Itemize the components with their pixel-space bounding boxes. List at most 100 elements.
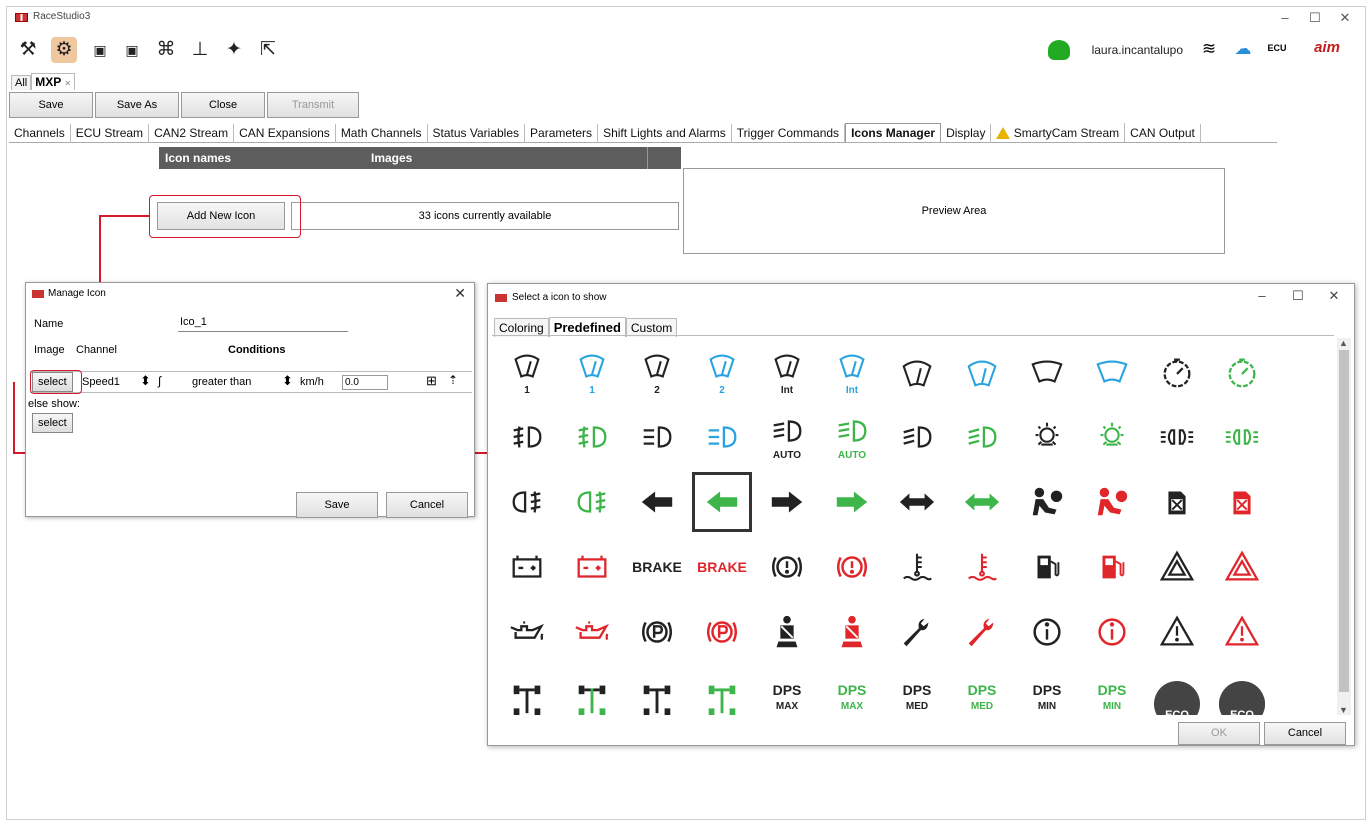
drivetrain-icon[interactable] <box>497 667 557 715</box>
wiper-1-icon[interactable]: 1 <box>562 342 622 402</box>
cloud-icon[interactable]: ☁ <box>1231 39 1255 59</box>
dps-min-icon[interactable]: DPS MIN <box>1082 667 1142 715</box>
wiper-int-icon[interactable]: Int <box>757 342 817 402</box>
maximize-button[interactable]: ☐ <box>1286 288 1310 304</box>
dps-med-icon[interactable]: DPS MED <box>887 667 947 715</box>
wiper-washer-icon[interactable] <box>952 342 1012 402</box>
close-tab-icon[interactable]: ✕ <box>64 79 71 88</box>
rear-wiper-icon[interactable] <box>1082 342 1142 402</box>
else-select-button[interactable]: select <box>32 413 73 433</box>
auto-beam-icon[interactable]: AUTO <box>822 407 882 467</box>
fog-light-icon[interactable] <box>497 407 557 467</box>
interior-light-icon[interactable] <box>1017 407 1077 467</box>
battery-icon[interactable] <box>497 537 557 597</box>
arrow-right-icon[interactable] <box>822 472 882 532</box>
parking-brake-icon[interactable] <box>692 602 752 662</box>
analysis-v2-icon[interactable]: ▣ <box>87 37 113 63</box>
export-icon[interactable]: ⇱ <box>255 37 281 63</box>
save-button[interactable]: Save <box>296 492 378 518</box>
minimize-button[interactable]: – <box>1250 288 1274 303</box>
name-field[interactable]: Ico_1 <box>178 316 348 332</box>
wrench-icon[interactable] <box>952 602 1012 662</box>
high-beam-icon[interactable] <box>692 407 752 467</box>
tab-can-output[interactable]: CAN Output <box>1125 124 1201 143</box>
fuel-can-icon[interactable] <box>1147 472 1207 532</box>
spinner-icon[interactable]: ⬍ <box>282 373 293 389</box>
seatbelt-icon[interactable] <box>757 602 817 662</box>
tab-predefined[interactable]: Predefined <box>548 317 626 337</box>
scroll-thumb[interactable] <box>1339 350 1349 692</box>
auto-beam-icon[interactable]: AUTO <box>757 407 817 467</box>
eco-badge-icon[interactable]: ECO <box>1212 667 1272 715</box>
parking-lights-icon[interactable] <box>1212 407 1272 467</box>
scroll-down-icon[interactable]: ▼ <box>1339 705 1348 715</box>
hazard-arrows-icon[interactable] <box>952 472 1012 532</box>
airbag-icon[interactable] <box>1017 472 1077 532</box>
stopwatch-icon[interactable] <box>1147 342 1207 402</box>
minimize-button[interactable]: – <box>1271 10 1299 25</box>
ecu-icon[interactable]: ECU <box>1265 43 1289 53</box>
add-device-icon[interactable]: ✦ <box>221 37 247 63</box>
maximize-button[interactable]: ☐ <box>1301 10 1329 26</box>
arrow-right-icon[interactable] <box>757 472 817 532</box>
track-map-icon[interactable]: ⌘ <box>153 37 179 63</box>
scroll-up-icon[interactable]: ▲ <box>1339 338 1348 348</box>
brake-warning-icon[interactable] <box>757 537 817 597</box>
tab-display[interactable]: Display <box>941 124 992 143</box>
spinner-icon[interactable]: ⬍ <box>140 373 151 389</box>
icon-grid-scrollbar[interactable]: ▲ ▼ <box>1337 338 1351 715</box>
low-beam-icon[interactable] <box>952 407 1012 467</box>
arrow-left-icon[interactable] <box>692 472 752 532</box>
info-icon[interactable] <box>1082 602 1142 662</box>
dps-max-icon[interactable]: DPS MAX <box>822 667 882 715</box>
tab-trigger-commands[interactable]: Trigger Commands <box>732 124 846 143</box>
fuel-pump-icon[interactable] <box>1017 537 1077 597</box>
tab-math-channels[interactable]: Math Channels <box>336 124 428 143</box>
seatbelt-icon[interactable] <box>822 602 882 662</box>
wiper-2-icon[interactable]: 2 <box>692 342 752 402</box>
tools-icon[interactable]: ⚒ <box>15 37 41 63</box>
dyno-chart-icon[interactable]: ⊥ <box>187 37 213 63</box>
tab-mxp[interactable]: MXP ✕ <box>31 73 76 90</box>
drivetrain-icon[interactable] <box>692 667 752 715</box>
interior-light-icon[interactable] <box>1082 407 1142 467</box>
coolant-temp-icon[interactable] <box>887 537 947 597</box>
analysis-v3-icon[interactable]: ▣ <box>119 37 145 63</box>
wifi-icon[interactable]: ≋ <box>1197 39 1221 59</box>
close-window-button[interactable]: ✕ <box>1331 10 1359 26</box>
parking-brake-icon[interactable] <box>627 602 687 662</box>
tab-can-expansions[interactable]: CAN Expansions <box>234 124 336 143</box>
rear-fog-icon[interactable] <box>497 472 557 532</box>
condition-select[interactable]: greater than <box>192 376 251 388</box>
rear-wiper-icon[interactable] <box>1017 342 1077 402</box>
fuel-pump-icon[interactable] <box>1082 537 1142 597</box>
dps-min-icon[interactable]: DPS MIN <box>1017 667 1077 715</box>
wiper-2-icon[interactable]: 2 <box>627 342 687 402</box>
tab-icons-manager[interactable]: Icons Manager <box>845 123 942 142</box>
close-icon[interactable]: ✕ <box>1322 288 1346 304</box>
transmit-button[interactable]: Transmit <box>267 92 359 118</box>
oil-pressure-icon[interactable] <box>497 602 557 662</box>
tab-status-variables[interactable]: Status Variables <box>428 124 526 143</box>
eco-badge-icon[interactable]: ECO <box>1147 667 1207 715</box>
fuel-can-icon[interactable] <box>1212 472 1272 532</box>
coolant-temp-icon[interactable] <box>952 537 1012 597</box>
tab-can2-stream[interactable]: CAN2 Stream <box>149 124 235 143</box>
fog-light-icon[interactable] <box>562 407 622 467</box>
oil-pressure-icon[interactable] <box>562 602 622 662</box>
parking-lights-icon[interactable] <box>1147 407 1207 467</box>
priority-icon[interactable]: ⇡ <box>448 373 458 387</box>
arrow-left-icon[interactable] <box>627 472 687 532</box>
save-button[interactable]: Save <box>9 92 93 118</box>
hazard-arrows-icon[interactable] <box>887 472 947 532</box>
stopwatch-icon[interactable] <box>1212 342 1272 402</box>
save-as-button[interactable]: Save As <box>95 92 179 118</box>
hazard-triangle-icon[interactable] <box>1147 537 1207 597</box>
wiper-1-icon[interactable]: 1 <box>497 342 557 402</box>
wrench-icon[interactable] <box>887 602 947 662</box>
warning-triangle-icon[interactable] <box>1147 602 1207 662</box>
info-icon[interactable] <box>1017 602 1077 662</box>
low-beam-icon[interactable] <box>887 407 947 467</box>
drivetrain-icon[interactable] <box>627 667 687 715</box>
tab-ecu-stream[interactable]: ECU Stream <box>71 124 150 143</box>
